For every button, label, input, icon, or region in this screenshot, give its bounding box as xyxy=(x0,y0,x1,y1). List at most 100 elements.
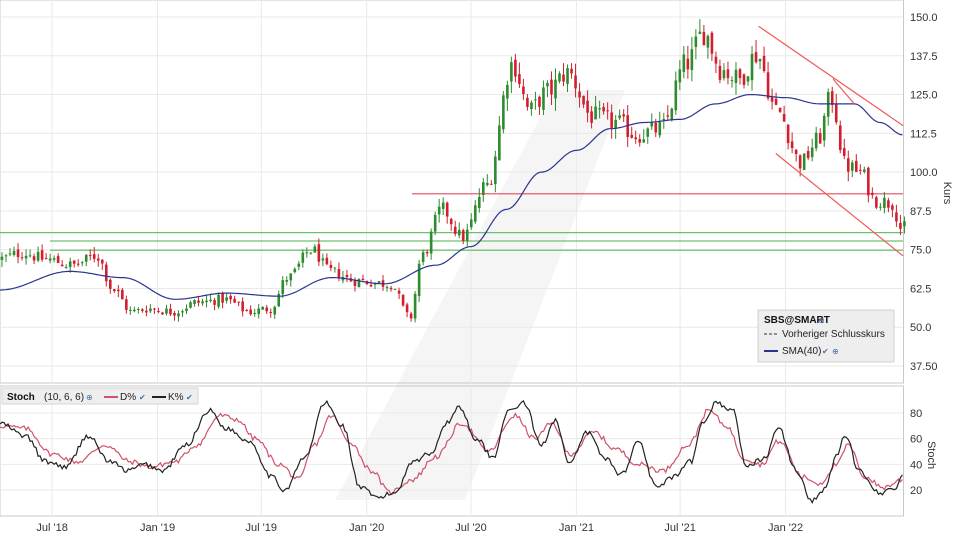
globe-icon[interactable]: ⊕ xyxy=(818,316,825,325)
candle-body xyxy=(473,205,477,222)
x-tick-label: Jul '20 xyxy=(455,522,486,534)
candle-body xyxy=(542,87,545,110)
candle-body xyxy=(522,86,525,95)
candle-body xyxy=(606,110,609,112)
candle-body xyxy=(786,124,790,144)
candle-body xyxy=(598,108,601,110)
candle-body xyxy=(153,308,156,310)
candle-body xyxy=(425,252,429,254)
candle-body xyxy=(879,206,882,208)
candle-body xyxy=(758,58,762,62)
candle-body xyxy=(237,301,240,303)
candle-body xyxy=(842,148,846,156)
candle-body xyxy=(369,284,373,287)
candle-body xyxy=(538,96,541,107)
globe-icon[interactable]: ⊕ xyxy=(832,347,839,356)
candle-body xyxy=(393,289,397,291)
candle-body xyxy=(457,229,461,236)
candle-body xyxy=(498,125,501,161)
candle-body xyxy=(249,309,252,315)
candle-body xyxy=(903,221,906,227)
candle-body xyxy=(36,251,40,261)
candle-body xyxy=(774,98,778,105)
check-icon[interactable]: ✔ xyxy=(822,347,829,356)
candle-body xyxy=(297,263,301,267)
candle-body xyxy=(173,312,176,316)
candle-body xyxy=(698,31,702,35)
candle-body xyxy=(445,202,449,217)
candle-body xyxy=(441,202,445,209)
candle-body xyxy=(121,289,124,300)
candle-body xyxy=(285,279,289,282)
candle-body xyxy=(96,258,100,261)
candle-body xyxy=(494,156,497,185)
candle-body xyxy=(550,79,553,95)
candle-body xyxy=(895,212,898,222)
candle-body xyxy=(24,255,28,259)
candle-body xyxy=(161,312,164,315)
candle-body xyxy=(734,69,738,83)
candle-body xyxy=(586,100,589,113)
candle-body xyxy=(574,75,577,89)
candle-body xyxy=(666,115,670,117)
candle-body xyxy=(794,149,798,155)
candle-body xyxy=(417,263,421,297)
candle-body xyxy=(389,287,393,290)
stoch-y-tick-label: 60 xyxy=(910,434,922,446)
candle-body xyxy=(790,141,794,149)
candle-body xyxy=(44,258,48,260)
price-y-axis-title: Kurs xyxy=(941,182,953,205)
candle-body xyxy=(686,58,690,70)
candle-body xyxy=(209,299,212,302)
candle-body xyxy=(433,214,437,232)
candle-body xyxy=(305,252,309,254)
candle-body xyxy=(710,32,714,54)
candle-body xyxy=(405,304,409,313)
candle-body xyxy=(646,128,650,137)
globe-icon[interactable]: ⊕ xyxy=(86,393,93,402)
stoch-title: Stoch xyxy=(7,392,35,403)
candle-body xyxy=(465,229,469,242)
candle-body xyxy=(60,264,64,267)
candle-body xyxy=(165,308,168,314)
candle-body xyxy=(113,289,116,292)
candle-body xyxy=(157,311,160,313)
candle-body xyxy=(526,97,529,107)
candle-body xyxy=(706,35,710,48)
candle-body xyxy=(887,200,890,208)
candle-body xyxy=(594,106,597,120)
candle-body xyxy=(273,306,277,315)
x-tick-label: Jan '20 xyxy=(349,522,384,534)
candle-body xyxy=(48,258,52,261)
candle-body xyxy=(754,52,758,63)
candle-body xyxy=(137,308,140,310)
candle-body xyxy=(213,300,216,305)
candle-body xyxy=(742,74,746,85)
candle-body xyxy=(481,182,485,195)
check-icon[interactable]: ✔ xyxy=(186,393,193,402)
sma40-line xyxy=(0,94,903,300)
price-legend: SBS@SMART ⊕ Vorheriger Schlusskurs SMA(4… xyxy=(757,309,895,363)
candle-body xyxy=(185,308,188,312)
candle-body xyxy=(325,257,329,265)
candle-body xyxy=(12,250,16,255)
candle-body xyxy=(610,112,613,128)
candle-body xyxy=(52,258,56,260)
candle-body xyxy=(177,313,180,317)
trend-channel-lines xyxy=(758,25,904,257)
candle-body xyxy=(778,107,782,112)
check-icon[interactable]: ✔ xyxy=(139,393,146,402)
candle-body xyxy=(16,249,20,258)
candle-body xyxy=(618,115,621,119)
candle-body xyxy=(129,309,132,311)
stoch-y-tick-label: 80 xyxy=(910,408,922,420)
candle-body xyxy=(654,122,658,133)
candle-body xyxy=(64,266,68,268)
candle-body xyxy=(867,167,870,196)
candle-body xyxy=(510,62,513,82)
candle-body xyxy=(0,256,4,260)
legend-item-d: D% xyxy=(120,392,136,403)
price-y-tick-label: 62.5 xyxy=(910,283,931,295)
candle-body xyxy=(798,155,802,169)
candle-body xyxy=(622,114,625,117)
